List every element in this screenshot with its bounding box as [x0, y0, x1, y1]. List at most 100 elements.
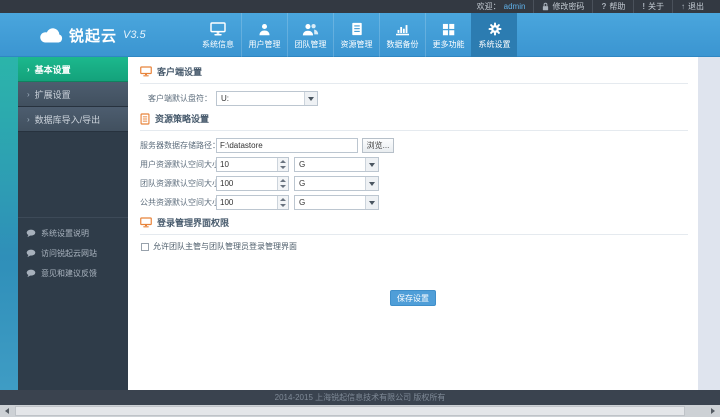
help-link[interactable]: ? 帮助: [592, 0, 633, 13]
section-title: 登录管理界面权限: [157, 218, 230, 228]
nav-item-data-backup[interactable]: 数据备份: [379, 13, 425, 57]
users-icon: [302, 21, 319, 36]
scroll-right-arrow-icon[interactable]: [706, 405, 720, 417]
app-logo: 锐起云 V3.5: [38, 13, 146, 57]
change-password-label: 修改密码: [552, 2, 585, 11]
storage-path-input[interactable]: [216, 138, 358, 153]
sidebar-item-label: 扩展设置: [34, 89, 71, 100]
footer: 2014-2015 上海锐起信息技术有限公司 版权所有: [0, 390, 720, 405]
team-quota-stepper: [216, 176, 289, 191]
nav-item-resource-management[interactable]: 资源管理: [333, 13, 379, 57]
nav-item-user-management[interactable]: 用户管理: [241, 13, 287, 57]
allow-team-admin-login-label: 允许团队主管与团队管理员登录管理界面: [153, 242, 297, 251]
welcome-label: 欢迎：: [476, 2, 501, 11]
nav-label: 资源管理: [340, 39, 373, 49]
spinner: [277, 177, 288, 190]
horizontal-scrollbar[interactable]: [0, 405, 720, 417]
chevron-right-icon: ›: [27, 89, 30, 99]
user-quota-input[interactable]: [217, 158, 277, 171]
nav-label: 数据备份: [386, 39, 419, 49]
chevron-down-icon[interactable]: [304, 92, 317, 105]
nav-label: 系统设置: [478, 39, 511, 49]
section-title: 客户端设置: [157, 67, 203, 77]
nav-label: 更多功能: [432, 39, 465, 49]
storage-path-label: 服务器数据存储路径：: [140, 141, 220, 150]
save-row: 保存设置: [128, 290, 698, 306]
sidebar-link-feedback[interactable]: 意见和建议反馈: [18, 263, 128, 283]
form-row-user-quota: 用户资源默认空间大小： G: [140, 157, 698, 172]
brand-version: V3.5: [123, 29, 146, 41]
nav-label: 团队管理: [294, 39, 327, 49]
chevron-down-icon[interactable]: [365, 196, 378, 209]
logout-link[interactable]: ↑ 退出: [672, 0, 712, 13]
nav-item-more-features[interactable]: 更多功能: [425, 13, 471, 57]
topbar: 欢迎： admin 修改密码 ? 帮助 ! 关于 ↑ 退出: [0, 0, 720, 13]
spinner: [277, 196, 288, 209]
nav-item-team-management[interactable]: 团队管理: [287, 13, 333, 57]
sidebar-item-label: 基本设置: [34, 64, 71, 75]
public-quota-stepper: [216, 195, 289, 210]
nav-label: 系统信息: [202, 39, 234, 49]
document-icon: [351, 21, 363, 36]
default-drive-value: U:: [221, 94, 229, 103]
form-row-default-drive: 客户端默认盘符： U:: [140, 91, 698, 106]
main-nav: 系统信息 用户管理 团队管理 资源管理 数据备份 更多功能 系统设置: [195, 13, 517, 57]
right-background-strip: [698, 57, 720, 390]
sidebar-link-label: 系统设置说明: [41, 228, 89, 238]
browse-button[interactable]: 浏览...: [362, 138, 394, 153]
default-drive-select[interactable]: U:: [216, 91, 318, 106]
user-quota-unit-select[interactable]: G: [294, 157, 379, 172]
chevron-down-icon[interactable]: [365, 158, 378, 171]
nav-item-system-settings[interactable]: 系统设置: [471, 13, 517, 57]
section-login-permission: 登录管理界面权限: [140, 216, 688, 235]
section-client-settings: 客户端设置: [140, 65, 688, 84]
speech-bubble-icon: [26, 249, 36, 257]
chevron-down-icon[interactable]: [365, 177, 378, 190]
spinner-down-icon[interactable]: [278, 184, 288, 191]
document-icon: [140, 112, 150, 125]
speech-bubble-icon: [26, 269, 36, 277]
unit-value: G: [299, 179, 306, 188]
speech-bubble-icon: [26, 229, 36, 237]
spinner-down-icon[interactable]: [278, 165, 288, 172]
chevron-right-icon: ›: [27, 114, 30, 124]
default-drive-label: 客户端默认盘符：: [148, 94, 212, 103]
logout-arrow-icon: ↑: [681, 2, 685, 11]
welcome-text: 欢迎： admin: [469, 0, 534, 13]
section-resource-policy: 资源策略设置: [140, 112, 688, 131]
save-settings-button[interactable]: 保存设置: [390, 290, 436, 306]
scrollbar-thumb[interactable]: [15, 406, 685, 416]
logout-label: 退出: [688, 2, 704, 11]
public-quota-label: 公共资源默认空间大小：: [140, 198, 228, 207]
sidebar-help-links: 系统设置说明 访问锐起云网站 意见和建议反馈: [18, 217, 128, 283]
chart-icon: [395, 21, 410, 36]
allow-team-admin-login-row: 允许团队主管与团队管理员登录管理界面: [141, 241, 698, 252]
spinner-down-icon[interactable]: [278, 203, 288, 210]
public-quota-input[interactable]: [217, 196, 277, 209]
scroll-left-arrow-icon[interactable]: [0, 405, 14, 417]
team-quota-input[interactable]: [217, 177, 277, 190]
username[interactable]: admin: [504, 2, 526, 11]
team-quota-unit-select[interactable]: G: [294, 176, 379, 191]
user-quota-label: 用户资源默认空间大小：: [140, 160, 228, 169]
sidebar-link-settings-help[interactable]: 系统设置说明: [18, 223, 128, 243]
sidebar: › 基本设置 › 扩展设置 › 数据库导入/导出 系统设置说明 访问锐起云网站 …: [18, 57, 128, 390]
form-row-team-quota: 团队资源默认空间大小： G: [140, 176, 698, 191]
cloud-icon: [40, 27, 63, 42]
about-link[interactable]: ! 关于: [633, 0, 672, 13]
public-quota-unit-select[interactable]: G: [294, 195, 379, 210]
sidebar-item-db-import-export[interactable]: › 数据库导入/导出: [18, 107, 128, 132]
team-quota-label: 团队资源默认空间大小：: [140, 179, 228, 188]
allow-team-admin-login-checkbox[interactable]: [141, 242, 149, 251]
user-quota-stepper: [216, 157, 289, 172]
monitor-icon: [140, 217, 152, 228]
copyright-text: 2014-2015 上海锐起信息技术有限公司 版权所有: [274, 393, 446, 402]
nav-item-system-info[interactable]: 系统信息: [195, 13, 241, 57]
change-password-link[interactable]: 修改密码: [533, 0, 592, 13]
brand-name: 锐起云: [69, 27, 118, 45]
sidebar-item-extended-settings[interactable]: › 扩展设置: [18, 82, 128, 107]
chevron-right-icon: ›: [27, 64, 30, 74]
grid-icon: [442, 21, 455, 36]
sidebar-link-visit-website[interactable]: 访问锐起云网站: [18, 243, 128, 263]
sidebar-item-basic-settings[interactable]: › 基本设置: [18, 57, 128, 82]
